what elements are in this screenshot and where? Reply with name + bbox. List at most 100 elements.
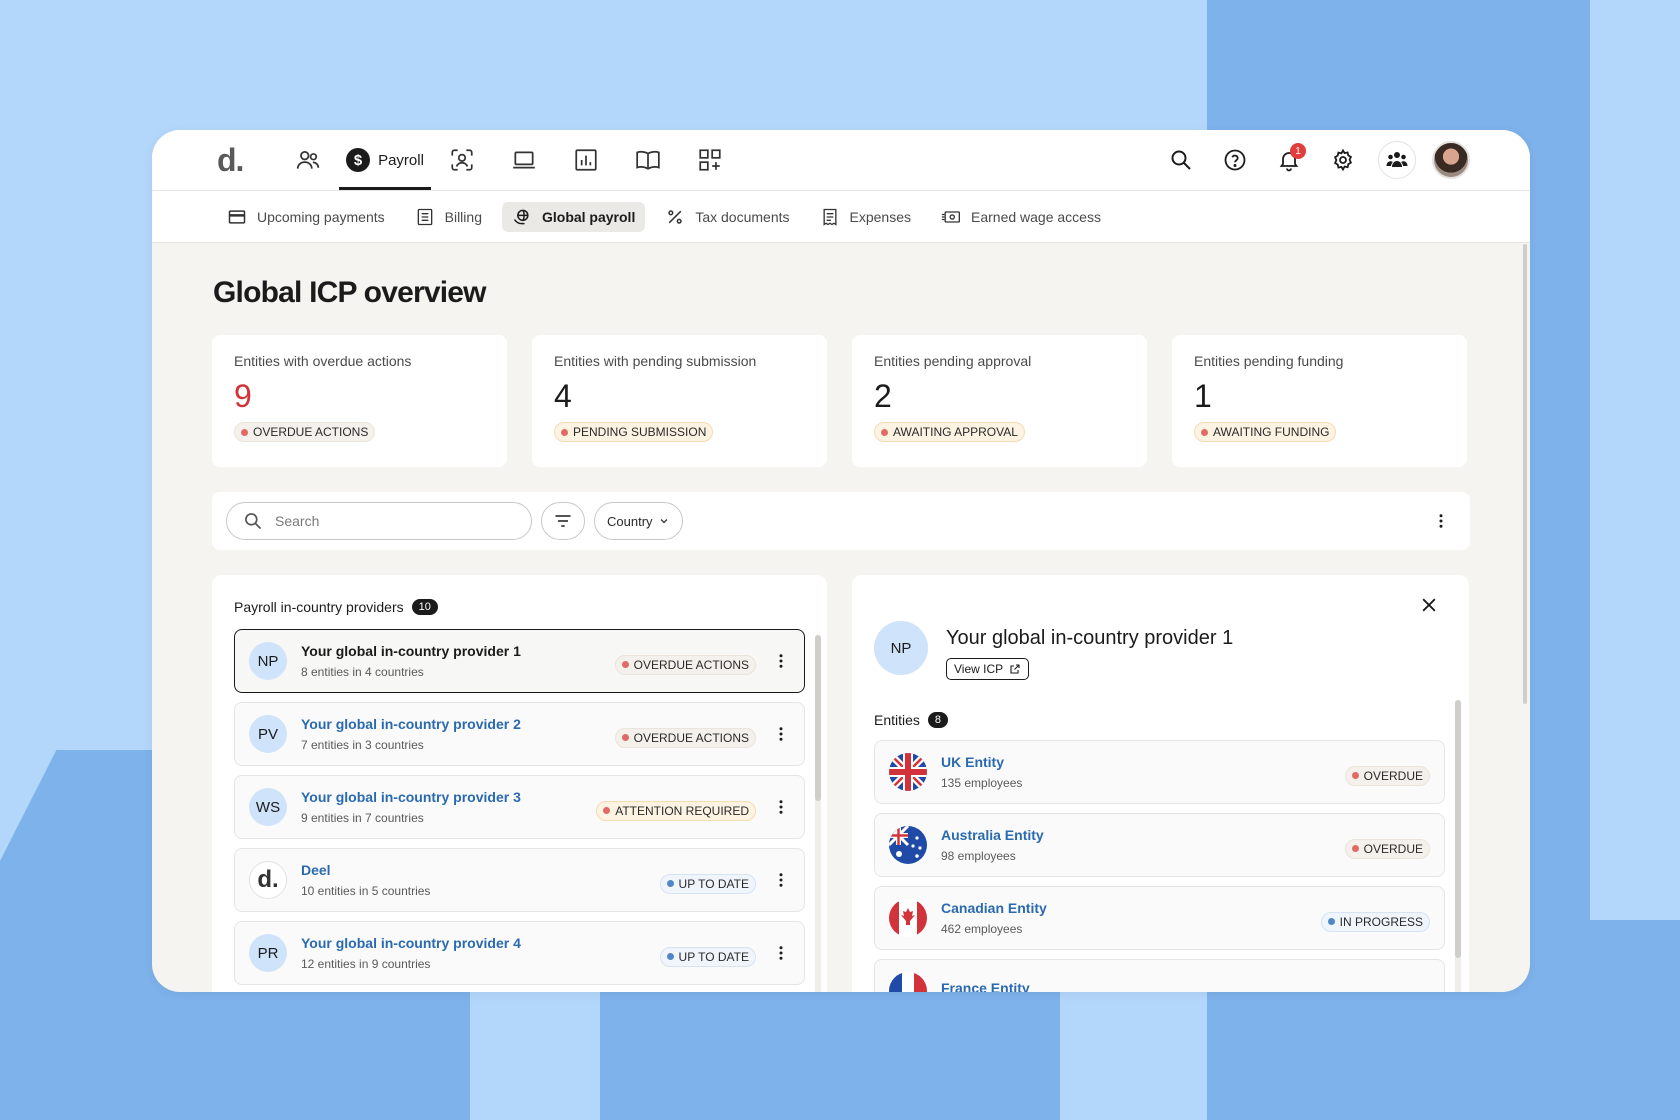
provider-more-button[interactable] bbox=[770, 796, 792, 818]
entities-count-badge: 8 bbox=[927, 712, 949, 728]
globe-hand-icon bbox=[513, 209, 529, 224]
status-badge: OVERDUE ACTIONS bbox=[234, 422, 376, 442]
status-badge: UP TO DATE bbox=[659, 873, 756, 894]
provider-name[interactable]: Your global in-country provider 4 bbox=[301, 935, 646, 951]
provider-summary: 10 entities in 5 countries bbox=[301, 884, 431, 898]
nav-payroll-label: Payroll bbox=[378, 151, 424, 169]
subnav-label: Earned wage access bbox=[971, 208, 1101, 225]
status-badge: AWAITING FUNDING bbox=[1194, 422, 1337, 442]
entities-list: UK Entity 135 employees OVERDUE Australi… bbox=[874, 740, 1445, 992]
providers-title: Payroll in-country providers bbox=[234, 599, 404, 615]
list-item[interactable]: UK Entity 135 employees OVERDUE bbox=[874, 740, 1445, 804]
entity-text: Canadian Entity 462 employees bbox=[941, 900, 1307, 936]
help-button[interactable] bbox=[1216, 141, 1254, 179]
provider-more-button[interactable] bbox=[770, 723, 792, 745]
provider-name[interactable]: Your global in-country provider 2 bbox=[301, 716, 601, 732]
gear-icon bbox=[1333, 148, 1353, 172]
search-input[interactable] bbox=[275, 513, 495, 529]
subnav-upcoming-payments[interactable]: Upcoming payments bbox=[217, 202, 395, 232]
status-text: OVERDUE ACTIONS bbox=[633, 730, 749, 745]
subnav-billing[interactable]: Billing bbox=[405, 202, 492, 232]
filter-button[interactable] bbox=[541, 502, 585, 540]
status-dot bbox=[1201, 428, 1208, 436]
nav-payroll[interactable]: $ Payroll bbox=[339, 130, 431, 190]
notifications-button[interactable]: 1 bbox=[1270, 141, 1308, 179]
list-item[interactable]: France Entity bbox=[874, 959, 1445, 992]
laptop-icon bbox=[513, 151, 535, 169]
subnav-tax-documents[interactable]: Tax documents bbox=[655, 202, 799, 232]
list-item[interactable]: PV Your global in-country provider 2 7 e… bbox=[234, 702, 805, 766]
subnav-label: Tax documents bbox=[695, 208, 790, 225]
uk-flag-icon bbox=[889, 753, 927, 791]
status-dot bbox=[881, 428, 888, 436]
provider-more-button[interactable] bbox=[770, 869, 792, 891]
app-window: d. $ Payroll 1 Upcoming payments Billing… bbox=[152, 130, 1530, 992]
entity-name[interactable]: UK Entity bbox=[941, 754, 1331, 770]
search-button[interactable] bbox=[1162, 141, 1200, 179]
provider-avatar: WS bbox=[249, 788, 287, 826]
detail-title: Your global in-country provider 1 bbox=[946, 627, 1234, 649]
nav-identity[interactable] bbox=[431, 130, 493, 190]
status-badge: UP TO DATE bbox=[659, 946, 756, 967]
team-icon bbox=[1386, 152, 1408, 167]
card-pending-funding[interactable]: Entities pending funding 1 AWAITING FUND… bbox=[1172, 335, 1467, 467]
nav-learning[interactable] bbox=[617, 130, 679, 190]
user-avatar[interactable] bbox=[1432, 141, 1470, 179]
subnav-expenses[interactable]: Expenses bbox=[810, 202, 921, 232]
list-item[interactable]: WS Your global in-country provider 3 9 e… bbox=[234, 775, 805, 839]
france-flag-icon bbox=[889, 972, 927, 992]
provider-detail-panel: NP Your global in-country provider 1 Vie… bbox=[852, 575, 1469, 992]
more-vertical-icon bbox=[1439, 514, 1443, 528]
status-badge: OVERDUE bbox=[1344, 765, 1430, 786]
providers-scrollbar[interactable] bbox=[815, 635, 821, 801]
list-item[interactable]: d. Deel 10 entities in 5 countries UP TO… bbox=[234, 848, 805, 912]
entity-name[interactable]: France Entity bbox=[941, 980, 1430, 992]
nav-people[interactable] bbox=[277, 130, 339, 190]
nav-reports[interactable] bbox=[555, 130, 617, 190]
card-overdue-actions[interactable]: Entities with overdue actions 9 OVERDUE … bbox=[212, 335, 507, 467]
status-dot bbox=[1351, 772, 1359, 779]
brand-logo[interactable]: d. bbox=[217, 142, 267, 179]
entity-name[interactable]: Australia Entity bbox=[941, 827, 1331, 843]
providers-panel: Payroll in-country providers 10 NP Your … bbox=[212, 575, 827, 992]
nav-apps[interactable] bbox=[679, 130, 741, 190]
entity-name[interactable]: Canadian Entity bbox=[941, 900, 1307, 916]
subnav-global-payroll[interactable]: Global payroll bbox=[501, 201, 646, 232]
providers-count-badge: 10 bbox=[411, 599, 438, 615]
toolbar-more-button[interactable] bbox=[1430, 510, 1452, 532]
entities-header: Entities 8 bbox=[874, 712, 1447, 728]
country-dropdown[interactable]: Country bbox=[594, 502, 683, 540]
top-right-actions: 1 bbox=[1162, 141, 1470, 179]
entities-scrollbar[interactable] bbox=[1455, 700, 1461, 958]
card-pending-approval[interactable]: Entities pending approval 2 AWAITING APP… bbox=[852, 335, 1147, 467]
provider-name[interactable]: Your global in-country provider 3 bbox=[301, 789, 582, 805]
subnav-earned-wage-access[interactable]: Earned wage access bbox=[931, 202, 1111, 232]
close-button[interactable] bbox=[1417, 593, 1441, 617]
status-text: AWAITING APPROVAL bbox=[893, 425, 1018, 439]
card-pending-submission[interactable]: Entities with pending submission 4 PENDI… bbox=[532, 335, 827, 467]
status-badge: OVERDUE bbox=[1344, 838, 1430, 859]
list-item[interactable]: Australia Entity 98 employees OVERDUE bbox=[874, 813, 1445, 877]
subnav-label: Billing bbox=[444, 208, 482, 225]
list-item[interactable]: PR Your global in-country provider 4 12 … bbox=[234, 921, 805, 985]
team-button[interactable] bbox=[1378, 141, 1416, 179]
status-dot bbox=[1327, 918, 1335, 925]
status-dot bbox=[666, 953, 674, 960]
list-item[interactable]: Canadian Entity 462 employees IN PROGRES… bbox=[874, 886, 1445, 950]
view-icp-button[interactable]: View ICP bbox=[946, 658, 1030, 680]
page-scrollbar[interactable] bbox=[1523, 244, 1527, 704]
status-dot bbox=[1351, 845, 1359, 852]
card-label: Entities with pending submission bbox=[554, 353, 757, 369]
status-text: PENDING SUBMISSION bbox=[573, 425, 707, 439]
provider-name[interactable]: Deel bbox=[301, 862, 646, 878]
status-text: IN PROGRESS bbox=[1339, 914, 1423, 929]
settings-button[interactable] bbox=[1324, 141, 1362, 179]
more-vertical-icon bbox=[779, 727, 783, 741]
search-box[interactable] bbox=[226, 502, 532, 540]
provider-more-button[interactable] bbox=[770, 942, 792, 964]
nav-devices[interactable] bbox=[493, 130, 555, 190]
list-item[interactable]: NP Your global in-country provider 1 8 e… bbox=[234, 629, 805, 693]
receipt-icon bbox=[823, 208, 837, 226]
status-dot bbox=[561, 428, 568, 436]
provider-more-button[interactable] bbox=[770, 650, 792, 672]
